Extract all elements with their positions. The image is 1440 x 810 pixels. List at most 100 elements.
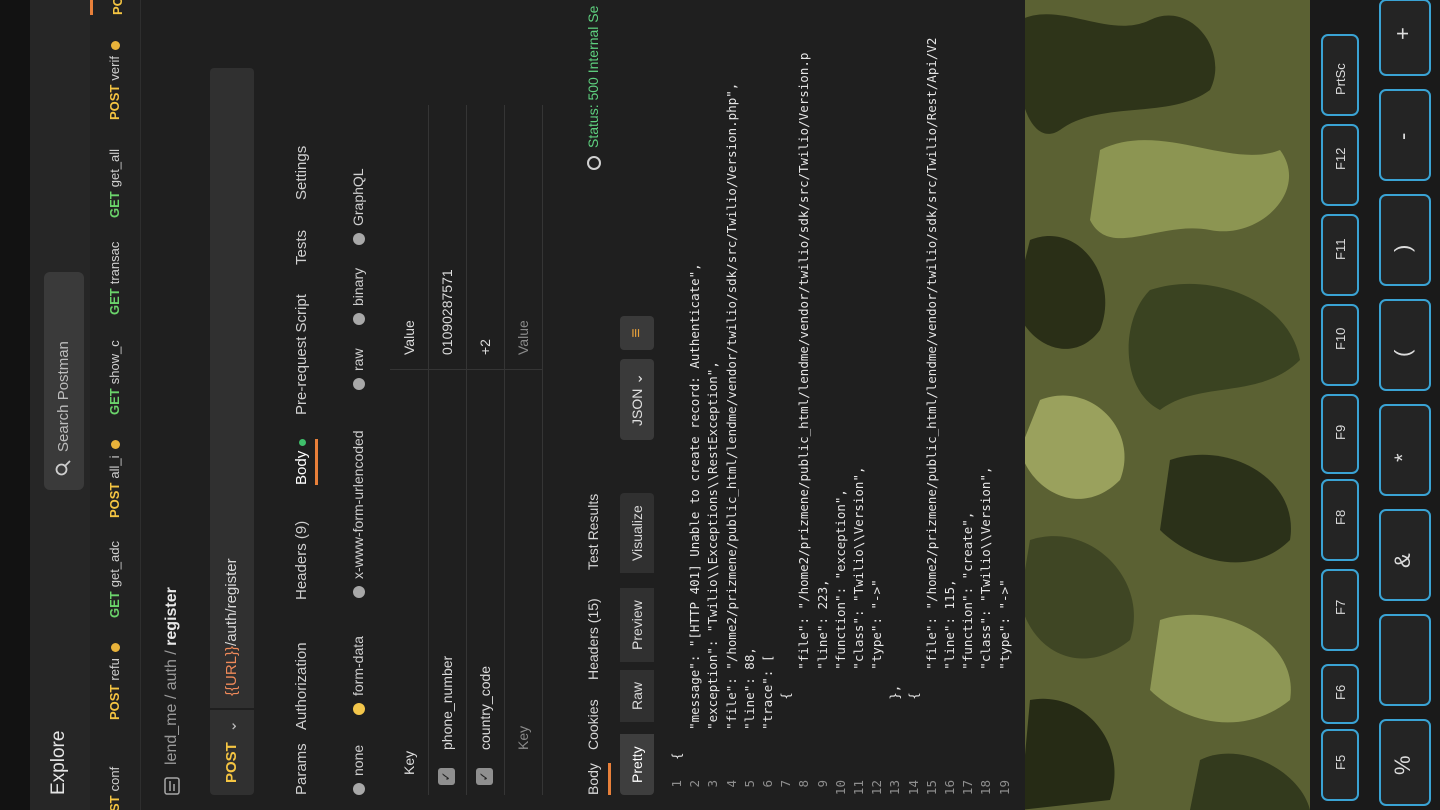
column-divider — [504, 369, 542, 370]
table-row[interactable]: ✓ country_code +2 — [466, 105, 505, 795]
body-type-label: GraphQL — [350, 168, 366, 226]
line-number: 17 — [960, 780, 976, 796]
unsaved-dot — [111, 440, 121, 450]
tab-headers[interactable]: Headers (9) — [293, 521, 310, 600]
tab-name: transac — [107, 241, 122, 285]
workspace-title[interactable]: Explore — [48, 731, 70, 795]
table-header-row: Key Value — [390, 105, 429, 795]
tab-tests[interactable]: Tests — [293, 230, 310, 265]
request-tab[interactable]: GET transac — [90, 242, 140, 315]
row-key[interactable]: country_code — [477, 666, 493, 750]
checkbox-checked-icon[interactable]: ✓ — [476, 768, 493, 785]
request-section-tabs: Params Authorization Headers (9) Body Pr… — [285, 0, 325, 810]
request-tab-strip: ST conf POST refu GET get_adc POST all_i GET… — [90, 0, 141, 810]
body-type-binary[interactable]: binary — [350, 268, 366, 325]
radio-icon — [353, 313, 366, 325]
body-type-graphql[interactable]: GraphQL — [350, 168, 366, 245]
table-row-empty[interactable]: Key Value — [504, 105, 543, 795]
body-type-raw[interactable]: raw — [350, 348, 366, 390]
breadcrumb-path[interactable]: lend_me / auth / — [163, 646, 180, 765]
line-number: 15 — [923, 780, 939, 796]
tab-method: POST — [107, 84, 122, 120]
request-tab[interactable]: ST conf — [90, 767, 140, 810]
search-bar[interactable]: Search Postman — [44, 272, 84, 490]
code-line[interactable]: "type": "->" — [997, 579, 1012, 760]
body-type-none[interactable]: none — [350, 745, 366, 795]
unsaved-dot — [111, 643, 121, 653]
body-type-form-data[interactable]: form-data — [350, 636, 366, 715]
row-value[interactable]: 01090287571 — [439, 269, 455, 355]
code-line[interactable]: "class": "Twilio\\Version", — [978, 467, 993, 761]
code-line[interactable]: }, — [887, 685, 902, 760]
line-number: 11 — [851, 780, 866, 796]
checkbox-checked-icon[interactable]: ✓ — [438, 768, 455, 785]
column-divider — [390, 369, 428, 370]
wrap-lines-icon[interactable]: ≡ — [620, 316, 654, 350]
method-select[interactable]: POST ⌄ — [210, 710, 254, 795]
request-tab[interactable]: GET get_all — [90, 149, 140, 218]
format-select[interactable]: JSON ⌄ — [620, 359, 654, 440]
code-line[interactable]: "type": "->" — [869, 579, 884, 760]
line-number: 4 — [723, 780, 739, 788]
url-input[interactable]: {{URL}}/auth/register — [210, 68, 254, 708]
tab-body[interactable]: Body — [293, 438, 310, 485]
tab-response-body[interactable]: Body — [585, 763, 601, 795]
tab-method: GET — [107, 388, 122, 415]
request-tab[interactable]: GET get_adc — [90, 541, 140, 618]
request-tab-active[interactable]: POSTregi — [90, 0, 140, 15]
tab-settings[interactable]: Settings — [293, 146, 310, 200]
breadcrumb-current[interactable]: register — [163, 587, 180, 646]
tab-cookies[interactable]: Cookies — [585, 699, 601, 750]
key-f10: F10 — [1333, 328, 1348, 350]
line-number: 2 — [687, 780, 703, 788]
body-indicator-dot — [298, 438, 306, 446]
request-tab[interactable]: POST refu — [90, 643, 140, 720]
tab-response-headers[interactable]: Headers (15) — [585, 598, 601, 680]
line-number: 10 — [832, 780, 848, 796]
code-line[interactable]: "file": "/home2/prizmene/public_html/len… — [724, 83, 739, 760]
line-number: 9 — [814, 780, 830, 788]
body-type-urlencoded[interactable]: x-www-form-urlencoded — [350, 430, 366, 598]
row-key[interactable]: phone_number — [439, 656, 455, 750]
code-line[interactable]: "exception": "Twilio\\Exceptions\\RestEx… — [705, 361, 720, 760]
code-line[interactable]: "line": 223, — [815, 579, 830, 760]
body-type-label: x-www-form-urlencoded — [350, 430, 366, 579]
row-value[interactable]: +2 — [477, 339, 493, 355]
code-line[interactable]: "function": "create", — [960, 512, 975, 760]
line-number: 6 — [760, 780, 775, 788]
key-placeholder[interactable]: Key — [515, 726, 531, 750]
value-placeholder[interactable]: Value — [515, 320, 531, 355]
tab-name: verif — [107, 56, 122, 81]
code-line[interactable]: "file": "/home2/prizmene/public_html/len… — [796, 53, 811, 760]
view-visualize[interactable]: Visualize — [620, 493, 654, 573]
tab-name: show_c — [107, 340, 122, 385]
request-tab[interactable]: POST all_i — [90, 440, 140, 518]
tab-params[interactable]: Params — [293, 743, 310, 795]
code-line[interactable]: { — [669, 752, 684, 760]
view-preview[interactable]: Preview — [620, 588, 654, 662]
line-number: 1 — [669, 780, 684, 788]
tab-authorization[interactable]: Authorization — [293, 642, 310, 730]
view-raw[interactable]: Raw — [620, 669, 654, 722]
key-f7: F7 — [1333, 600, 1348, 615]
request-tab[interactable]: POST verif — [90, 41, 140, 120]
table-row[interactable]: ✓ phone_number 01090287571 — [428, 105, 467, 795]
code-line[interactable]: "line": 115, — [942, 579, 957, 760]
code-line[interactable]: "function": "exception", — [833, 489, 848, 760]
tab-test-results[interactable]: Test Results — [585, 494, 601, 570]
tab-pre-request-script[interactable]: Pre-request Script — [293, 294, 310, 415]
code-line[interactable]: { — [778, 692, 793, 760]
key-plus: + — [1390, 27, 1415, 40]
request-tab[interactable]: GET show_c — [90, 340, 140, 415]
view-pretty[interactable]: Pretty — [620, 734, 654, 795]
code-line[interactable]: "message": "[HTTP 401] Unable to create … — [687, 263, 702, 760]
breadcrumb: lend_me / auth / register — [155, 0, 195, 810]
line-number: 3 — [705, 780, 721, 788]
code-line[interactable]: "line": 88, — [742, 647, 757, 760]
radio-icon — [353, 586, 366, 598]
tab-name: refu — [107, 658, 122, 681]
code-line[interactable]: "file": "/home2/prizmene/public_html/len… — [924, 38, 939, 760]
code-line[interactable]: "trace": [ — [760, 655, 775, 760]
code-line[interactable]: { — [906, 692, 921, 760]
code-line[interactable]: "class": "Twilio\\Version", — [851, 467, 866, 761]
